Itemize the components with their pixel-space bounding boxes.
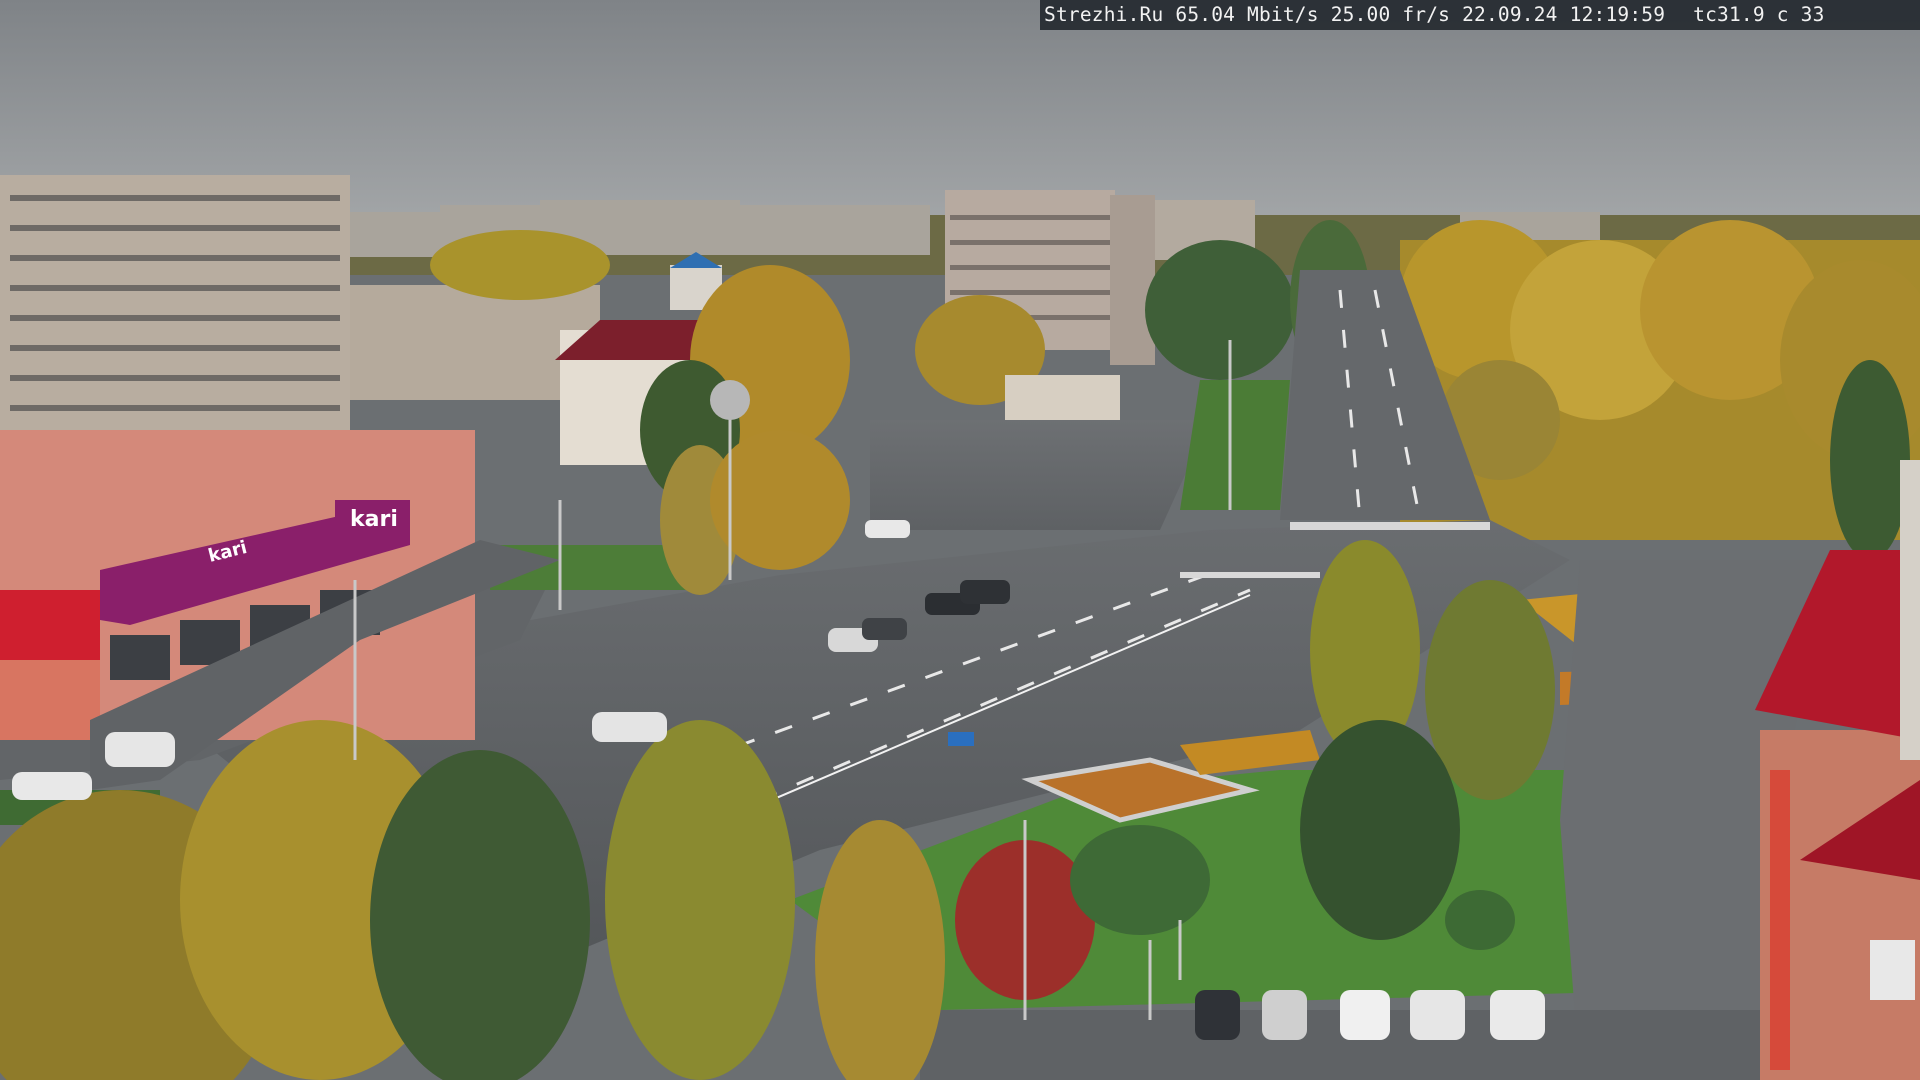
lamp-head — [710, 380, 750, 420]
overlay-c: c 33 — [1776, 3, 1825, 26]
webcam-frame: kari kari Strezhi.Ru 65.04 Mbit/s 25.00 fr… — [0, 0, 1920, 1080]
city-scene: kari kari — [0, 0, 1920, 1080]
overlay-bitrate: 65.04 Mbit/s — [1175, 3, 1319, 26]
overlay-time: 12:19:59 — [1569, 3, 1666, 26]
store-sign-text: kari — [350, 507, 398, 532]
overlay-date: 22.09.24 — [1462, 3, 1558, 26]
overlay-tc: tc31.9 — [1693, 3, 1765, 26]
camera-overlay-bar: Strezhi.Ru 65.04 Mbit/s 25.00 fr/s 22.09.24… — [1040, 0, 1920, 30]
overlay-site: Strezhi.Ru — [1044, 3, 1164, 26]
brick-building-right — [1755, 460, 1920, 1080]
lawn-center — [1180, 380, 1290, 510]
small-building — [1005, 375, 1120, 420]
road-sign-blue — [948, 732, 974, 746]
parking-plaza — [870, 420, 1210, 530]
overlay-framerate: 25.00 fr/s — [1330, 3, 1451, 26]
